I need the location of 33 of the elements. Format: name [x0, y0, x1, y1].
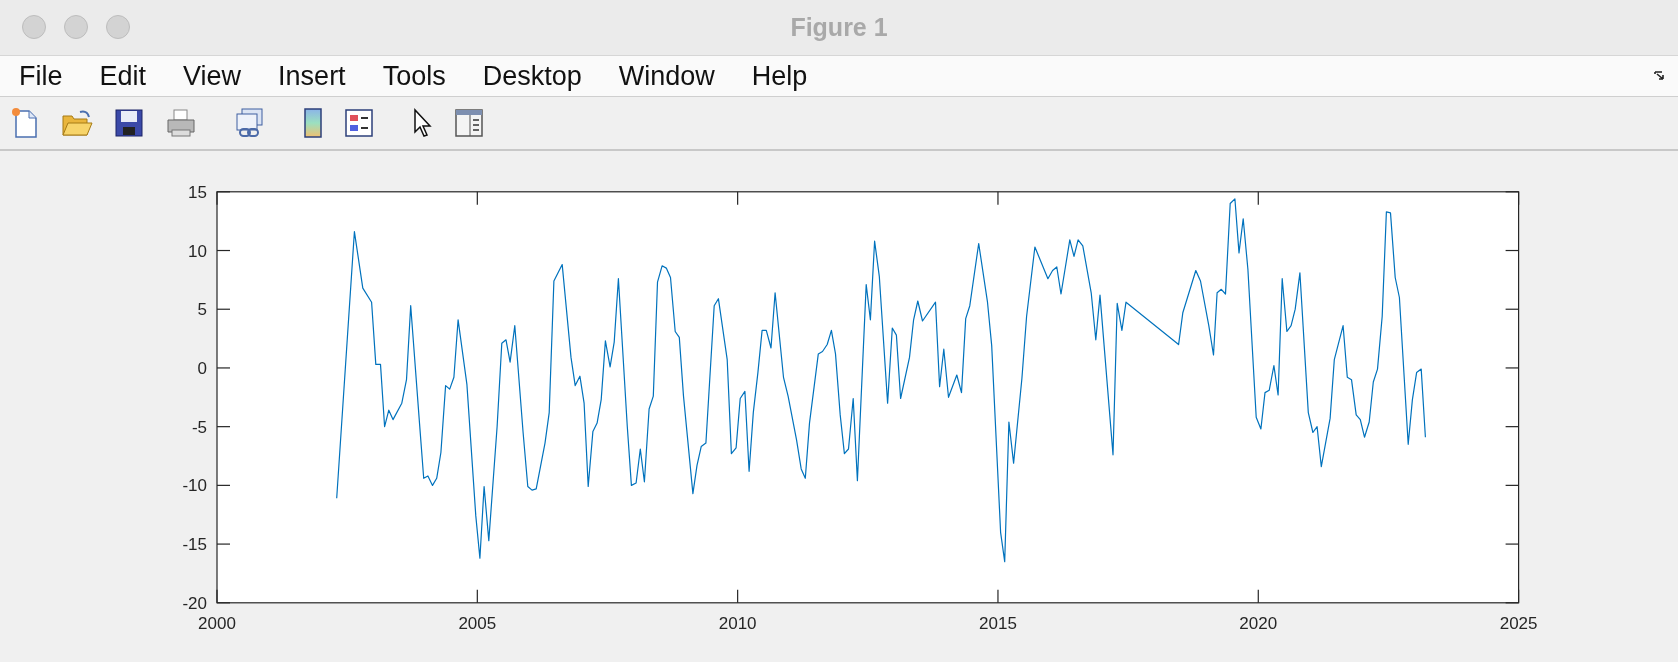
y-tick-label: 0 — [197, 358, 207, 378]
menu-item[interactable]: Window — [618, 60, 715, 92]
legend-icon[interactable] — [344, 108, 374, 138]
y-tick-label: 5 — [197, 300, 207, 320]
print-icon[interactable] — [165, 108, 197, 138]
y-tick-label: -10 — [182, 476, 207, 496]
menu-item[interactable]: Edit — [99, 60, 147, 92]
new-file-icon[interactable] — [10, 107, 40, 139]
x-tick-label: 2000 — [198, 613, 236, 633]
panel-icon[interactable] — [454, 108, 484, 138]
menu-item[interactable]: Desktop — [482, 60, 582, 92]
menu-item[interactable]: Tools — [382, 60, 446, 92]
x-tick-label: 2010 — [718, 613, 757, 633]
window-title: Figure 1 — [790, 13, 888, 42]
x-tick-label: 2015 — [979, 613, 1017, 633]
menu-item[interactable]: Help — [751, 60, 808, 92]
menu-item[interactable]: Insert — [278, 60, 346, 92]
x-tick-label: 2005 — [458, 613, 497, 633]
y-tick-label: 10 — [188, 241, 207, 261]
y-tick-label: 15 — [188, 182, 207, 202]
save-icon[interactable] — [114, 108, 144, 138]
y-tick-label: -20 — [182, 593, 207, 613]
menu-item[interactable]: File — [19, 60, 63, 92]
colorbar-icon[interactable] — [303, 107, 323, 139]
x-tick-label: 2020 — [1239, 613, 1278, 633]
pointer-icon[interactable] — [411, 108, 433, 138]
linked-windows-icon[interactable] — [234, 107, 266, 139]
y-tick-label: -15 — [182, 535, 207, 555]
y-tick-label: -5 — [191, 417, 207, 437]
dock-arrow-icon[interactable] — [1654, 71, 1666, 81]
open-folder-icon[interactable] — [61, 108, 93, 138]
x-tick-label: 2025 — [1499, 613, 1538, 633]
menu-item[interactable]: View — [183, 60, 242, 92]
